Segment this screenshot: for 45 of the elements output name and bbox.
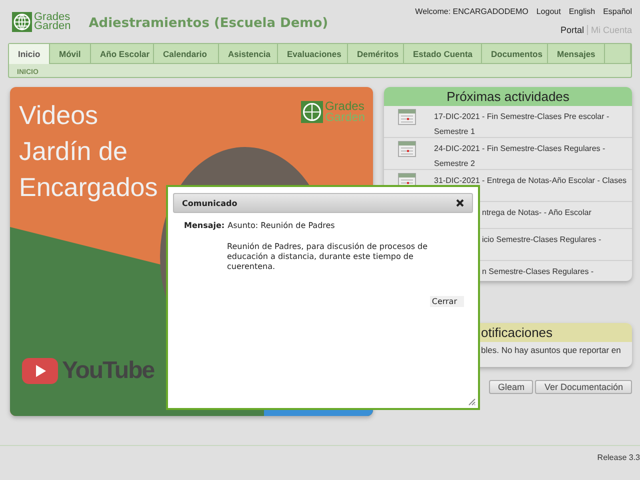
nav-tab[interactable]: Evaluaciones xyxy=(278,44,348,63)
logo: Grades Garden xyxy=(12,12,71,32)
action-button[interactable]: Ver Documentación xyxy=(535,380,632,394)
resize-grip-icon[interactable] xyxy=(468,398,476,406)
message-subject: Asunto: Reunión de Padres xyxy=(228,221,335,230)
panel-title: Próximas actividades xyxy=(384,87,632,106)
header-link[interactable]: Español xyxy=(603,7,632,16)
nav-tab[interactable]: Documentos xyxy=(482,44,548,63)
nav-tab[interactable]: Calendario xyxy=(154,44,219,63)
youtube-wordmark: YouTube xyxy=(62,357,154,385)
banner-title: Encargados xyxy=(19,171,158,204)
play-icon xyxy=(22,358,58,384)
message-body: Reunión de Padres, para discusión de procesos de educación a distancia, durante este tiempo de cuerentena. xyxy=(227,242,429,272)
calendar-icon xyxy=(398,109,416,125)
activity-text: 17-DIC-2021 - Fin Semestre-Clases Pre escolar - Semestre 1 xyxy=(434,112,610,136)
message-label: Mensaje: xyxy=(184,221,225,230)
close-button[interactable]: Cerrar xyxy=(430,296,464,307)
banner-title: Jardín de xyxy=(19,135,128,168)
dialog-title: Comunicado xyxy=(182,198,238,208)
activity-text: 24-DIC-2021 - Fin Semestre-Clases Regulares - Semestre 2 xyxy=(434,144,606,168)
close-icon[interactable] xyxy=(456,199,464,207)
nav-tab[interactable]: Inicio xyxy=(9,44,50,64)
notification-text: bles. No hay asuntos que reportar en xyxy=(481,345,621,355)
globe-icon xyxy=(12,12,32,32)
header-link[interactable]: English xyxy=(568,7,596,16)
header-link[interactable]: Logout xyxy=(536,7,561,16)
school-title: Adiestramientos (Escuela Demo) xyxy=(88,16,328,31)
activity-text: 31-DIC-2021 - Entrega de Notas-Año Escolar - Clases xyxy=(434,176,627,185)
release-text: Release 3.3 xyxy=(597,453,640,462)
nav-tab[interactable]: Asistencia xyxy=(219,44,278,63)
action-button[interactable]: Gleam xyxy=(488,380,534,394)
calendar-icon xyxy=(398,141,416,157)
panel-title: otificaciones xyxy=(481,325,553,340)
activity-text: n Semestre-Clases Regulares - xyxy=(482,267,594,276)
activity-text: icio Semestre-Clases Regulares - xyxy=(482,235,602,244)
welcome-text: Welcome: ENCARGADODEMO xyxy=(415,7,528,16)
portal-link[interactable]: Portal xyxy=(560,25,584,35)
activity-text: ntrega de Notas- - Año Escolar xyxy=(482,208,592,217)
banner-logo: Grades Garden xyxy=(300,101,365,123)
nav-tab[interactable]: Estado Cuenta xyxy=(404,44,482,63)
nav-tab[interactable]: Deméritos xyxy=(348,44,404,63)
nav-tab[interactable]: Mensajes xyxy=(548,44,605,63)
banner-title: Videos xyxy=(19,99,100,132)
nav-tab[interactable]: Móvil xyxy=(50,44,91,63)
nav-tab[interactable]: Año Escolar xyxy=(91,44,154,63)
